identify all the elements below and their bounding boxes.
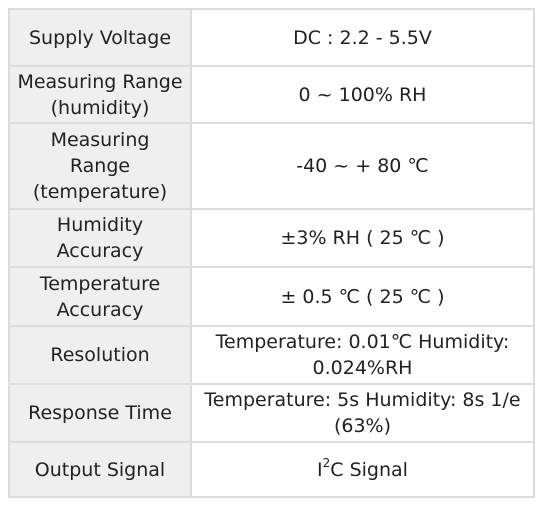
spec-table: Supply Voltage DC : 2.2 - 5.5V Measuring… [8, 8, 535, 498]
row-value: ± 0.5 ℃ ( 25 ℃ ) [190, 266, 535, 327]
row-value: ±3% RH ( 25 ℃ ) [190, 208, 535, 268]
table-row: Output Signal I2C Signal [8, 441, 535, 498]
row-label: Measuring Range (temperature) [8, 122, 192, 210]
row-label: Response Time [8, 383, 192, 443]
row-value: 0 ~ 100% RH [190, 65, 535, 124]
table-row: Measuring Range (temperature) -40 ~ + 80… [8, 122, 535, 210]
row-label: Supply Voltage [8, 8, 192, 67]
row-label: Temperature Accuracy [8, 266, 192, 327]
row-label: Measuring Range (humidity) [8, 65, 192, 124]
table-row: Supply Voltage DC : 2.2 - 5.5V [8, 8, 535, 67]
row-value: DC : 2.2 - 5.5V [190, 8, 535, 67]
row-value: Temperature: 0.01℃ Humidity: 0.024%RH [190, 325, 535, 385]
row-value: -40 ~ + 80 ℃ [190, 122, 535, 210]
row-value: I2C Signal [190, 441, 535, 498]
table-row: Response Time Temperature: 5s Humidity: … [8, 383, 535, 443]
row-label: Resolution [8, 325, 192, 385]
row-label: Output Signal [8, 441, 192, 498]
table-row: Temperature Accuracy ± 0.5 ℃ ( 25 ℃ ) [8, 266, 535, 327]
value-suffix: C Signal [330, 458, 408, 481]
table-row: Resolution Temperature: 0.01℃ Humidity: … [8, 325, 535, 385]
row-label: Humidity Accuracy [8, 208, 192, 268]
table-row: Humidity Accuracy ±3% RH ( 25 ℃ ) [8, 208, 535, 268]
row-value: Temperature: 5s Humidity: 8s 1/e (63%) [190, 383, 535, 443]
table-row: Measuring Range (humidity) 0 ~ 100% RH [8, 65, 535, 124]
